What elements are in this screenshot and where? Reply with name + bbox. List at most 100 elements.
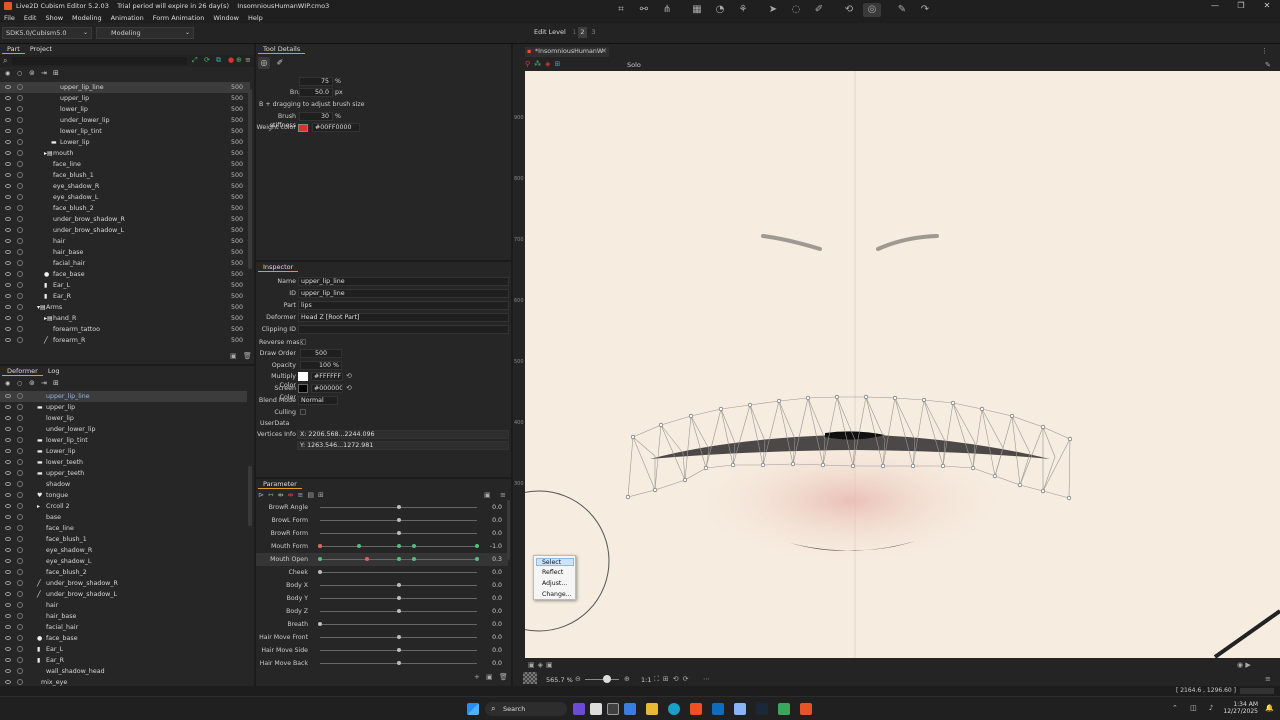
chrome-icon[interactable] — [778, 703, 790, 715]
grid-icon[interactable]: ▦ — [688, 3, 706, 17]
eye-icon[interactable] — [5, 85, 11, 89]
inspector-field-value[interactable]: upper_lip_line — [298, 277, 509, 286]
lock-icon[interactable] — [17, 679, 23, 685]
parameter-slider-knob[interactable] — [318, 570, 322, 574]
menu-form-animation[interactable]: Form Animation — [153, 14, 205, 22]
part-row[interactable]: upper_lip_line 500 — [0, 82, 250, 93]
part-row[interactable]: ▮ Ear_L 500 — [0, 280, 250, 291]
weight-color-input[interactable]: #00FF0000 — [312, 123, 360, 132]
deformer-row[interactable]: face_blush_1 — [0, 534, 247, 545]
add-icon[interactable]: ⊕ — [236, 56, 242, 64]
tab-deformer[interactable]: Deformer — [2, 367, 43, 376]
menu-show[interactable]: Show — [45, 14, 63, 22]
lock-icon[interactable] — [17, 183, 23, 189]
lock-icon[interactable] — [17, 326, 23, 332]
eye-icon[interactable] — [5, 261, 11, 265]
part-row[interactable]: facial_hair 500 — [0, 258, 250, 269]
zoom-slider-knob[interactable] — [603, 675, 611, 683]
parameter-value[interactable]: 0.0 — [478, 657, 502, 670]
overflow-icon[interactable]: ⋮ — [1261, 47, 1268, 55]
lock-icon[interactable] — [17, 646, 23, 652]
part-row[interactable]: forearm_tattoo 500 — [0, 324, 250, 335]
eye-icon[interactable] — [5, 316, 11, 320]
eye-icon[interactable] — [5, 526, 11, 530]
eye-icon[interactable] — [5, 504, 11, 508]
trash-icon[interactable]: 🗑 — [243, 352, 252, 360]
parameter-slider-track[interactable] — [320, 572, 477, 573]
transform-icon[interactable]: ⟲ — [840, 3, 858, 17]
deformer-row[interactable]: shadow — [0, 479, 247, 490]
deformer-row[interactable]: ╱ under_brow_shadow_R — [0, 578, 247, 589]
pin-icon[interactable]: ✎ — [893, 3, 911, 17]
live2d-taskbar-icon[interactable] — [800, 703, 812, 715]
parameter-value[interactable]: 0.0 — [478, 501, 502, 514]
parameter-row[interactable]: BrowL Form 0.0 — [256, 514, 508, 527]
hierarchy-icon[interactable]: ⊞ — [53, 69, 59, 77]
deformer-row[interactable]: facial_hair — [0, 622, 247, 633]
task-manager-icon[interactable] — [607, 703, 619, 715]
parameter-value[interactable]: 0.0 — [478, 605, 502, 618]
lock-icon[interactable] — [17, 657, 23, 663]
outlook-icon[interactable] — [712, 703, 724, 715]
deformer-row[interactable]: wall_shadow_head — [0, 666, 247, 677]
lock-icon[interactable] — [17, 426, 23, 432]
part-row[interactable]: hair_base 500 — [0, 247, 250, 258]
lock-icon[interactable] — [17, 84, 23, 90]
lock-icon[interactable] — [17, 117, 23, 123]
eye-icon[interactable] — [5, 96, 11, 100]
target-icon[interactable]: ⊚ — [29, 379, 35, 387]
sdk-select[interactable]: SDK5.0/Cubism5.0 ⌄ — [2, 27, 92, 39]
list-icon[interactable]: ≡ — [298, 491, 308, 499]
lock-icon[interactable] — [17, 415, 23, 421]
parameter-row[interactable]: Hair Move Back 0.0 — [256, 657, 508, 670]
tab-part[interactable]: Part — [2, 45, 25, 54]
collapse-icon[interactable]: ⇥ — [41, 69, 47, 77]
parameter-key-dot[interactable] — [396, 544, 401, 548]
view-frame-icon[interactable]: ⊞ — [555, 60, 565, 68]
zoom-in-icon[interactable]: ⊕ — [624, 675, 630, 683]
parameter-row[interactable]: Body X 0.0 — [256, 579, 508, 592]
rotation-icon[interactable]: ◔ — [711, 3, 729, 17]
eye-icon[interactable] — [5, 217, 11, 221]
opacity-input[interactable]: 100 % — [300, 361, 342, 370]
eye-icon[interactable] — [5, 515, 11, 519]
deformer-row[interactable]: ▬ upper_teeth — [0, 468, 247, 479]
eye-icon[interactable] — [5, 680, 11, 684]
ratio-label[interactable]: 1:1 — [641, 676, 651, 684]
photos-icon[interactable] — [734, 703, 746, 715]
transparency-icon[interactable] — [523, 672, 537, 684]
deformer-row[interactable]: ▬ Lower_lip — [0, 446, 247, 457]
copilot-icon[interactable] — [624, 703, 636, 715]
menu-icon[interactable]: ≡ — [1265, 675, 1271, 683]
refresh-icon[interactable]: ⟳ — [204, 56, 210, 64]
part-row[interactable]: eye_shadow_R 500 — [0, 181, 250, 192]
eye-icon[interactable] — [5, 416, 11, 420]
parameter-key-dot[interactable] — [318, 557, 322, 561]
fit-icons[interactable]: ⛶⊞⟲⟳ — [654, 675, 693, 684]
view-bone-icon[interactable]: ◈ — [545, 60, 554, 68]
target-icon[interactable]: ⊚ — [29, 69, 35, 77]
collapse-icon[interactable]: ⇥ — [41, 379, 47, 387]
eye-icon[interactable] — [5, 548, 11, 552]
hierarchy-icon[interactable]: ⊞ — [53, 379, 59, 387]
tab-project[interactable]: Project — [25, 45, 57, 54]
lock-icon[interactable] — [17, 150, 23, 156]
lock-icon[interactable] — [17, 635, 23, 641]
eye-icon[interactable] — [5, 118, 11, 122]
part-row[interactable]: hair 500 — [0, 236, 250, 247]
parameter-scrollbar[interactable] — [507, 500, 510, 560]
lock-icon[interactable] — [17, 271, 23, 277]
part-row[interactable]: upper_lip 500 — [0, 93, 250, 104]
blend-mode-select[interactable]: Normal — [298, 396, 338, 405]
part-row[interactable]: under_brow_shadow_R 500 — [0, 214, 250, 225]
part-row[interactable]: face_line 500 — [0, 159, 250, 170]
minimize-button[interactable]: — — [1202, 0, 1228, 12]
eye-icon[interactable] — [5, 438, 11, 442]
lock-icon[interactable] — [17, 514, 23, 520]
eye-icon[interactable] — [5, 338, 11, 342]
edit-level-3[interactable]: 3 — [589, 27, 598, 38]
brush-size-input[interactable]: 50.0 — [299, 88, 333, 97]
lock-icon[interactable] — [17, 613, 23, 619]
eye-icon[interactable] — [5, 625, 11, 629]
parameter-slider-knob[interactable] — [318, 622, 322, 626]
